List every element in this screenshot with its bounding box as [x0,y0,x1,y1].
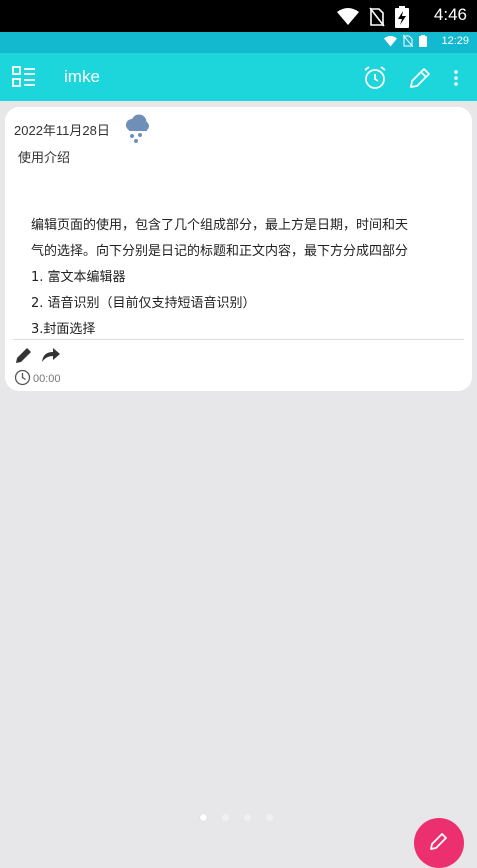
entry-time: 00:00 [33,373,61,385]
content-line: 气的选择。向下分别是日记的标题和正文内容，最下方分成四部分 [31,244,409,259]
edit-entry-icon[interactable] [15,346,33,368]
clock-icon [14,369,31,389]
content-line: 编辑页面的使用，包含了几个组成部分，最上方是日期，时间和天 [31,218,409,233]
page-dot-4[interactable] [266,814,273,821]
page-dot-3[interactable] [244,814,251,821]
wifi-icon [337,8,359,30]
content-line: 1. 富文本编辑器 [31,270,126,285]
pencil-icon [428,830,450,856]
more-vert-icon[interactable] [451,68,461,88]
card-divider [13,339,464,340]
no-sim-icon [369,7,385,31]
wifi-icon [384,35,397,50]
system-clock: 4:46 [433,5,467,24]
system-status-bar: 4:46 [0,0,477,32]
entry-content: 编辑页面的使用，包含了几个组成部分，最上方是日期，时间和天 气的选择。向下分别是… [31,213,451,343]
battery-charging-icon [395,6,409,32]
snow-cloud-icon [123,113,151,147]
menu-grid-icon[interactable] [12,66,36,88]
entry-time-row: 00:00 [14,369,61,389]
no-sim-icon [402,34,414,50]
app-status-clock: 12:29 [441,35,469,47]
share-icon[interactable] [41,347,61,367]
app-bar: imke [0,53,477,101]
page-dot-2[interactable] [222,814,229,821]
battery-icon [419,35,427,50]
alarm-clock-icon[interactable] [362,65,388,91]
app-status-bar: 12:29 [0,32,477,53]
entry-title: 使用介绍 [18,151,71,166]
page-indicator [200,814,273,821]
content-line: 2. 语音识别（目前仅支持短语音识别） [31,296,256,311]
edit-pencil-icon[interactable] [407,65,433,91]
diary-entry-card[interactable]: 2022年11月28日 使用介绍 编辑页面的使用，包含了几个组成部分，最上方是日… [5,107,472,391]
app-title: imke [64,67,100,86]
page-dot-1[interactable] [200,814,207,821]
entry-date: 2022年11月28日 [14,123,110,138]
new-entry-fab[interactable] [414,818,464,868]
